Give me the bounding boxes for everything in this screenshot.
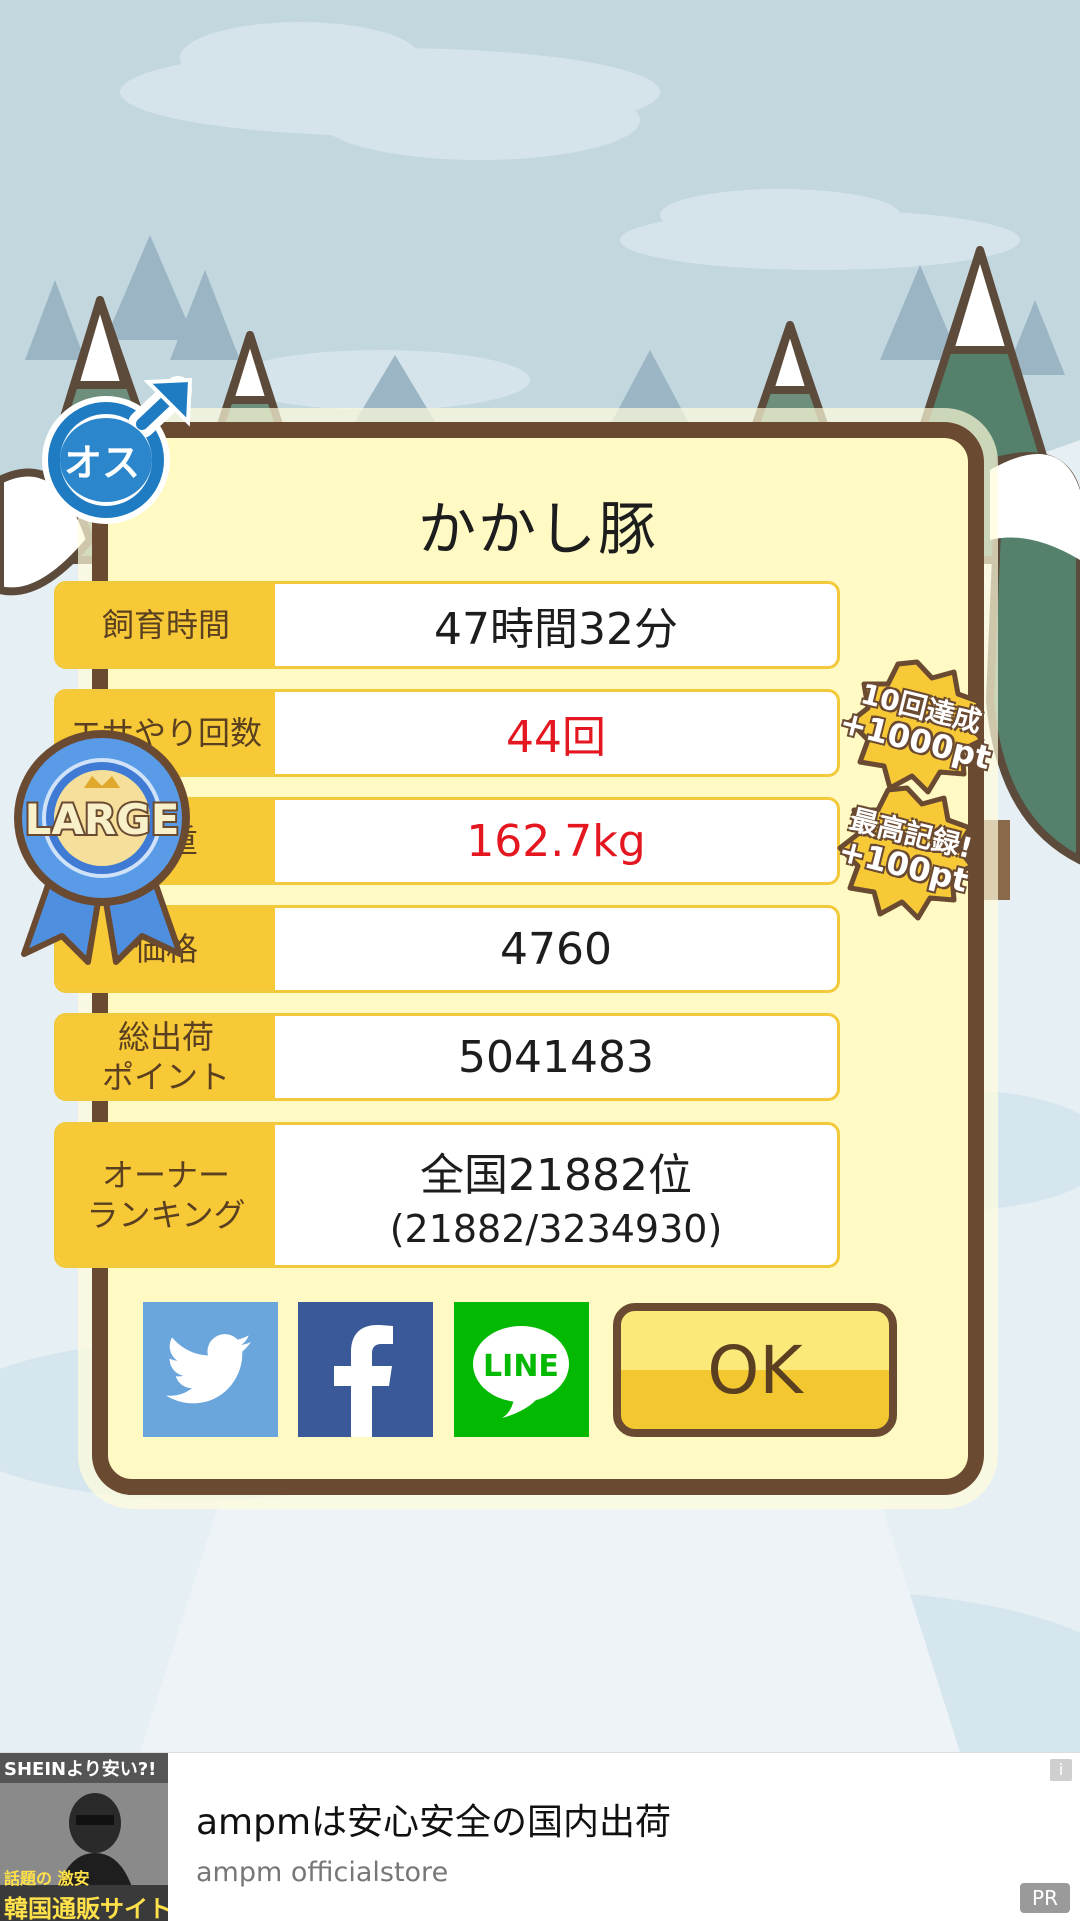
ad-info-icon[interactable]: i (1050, 1759, 1072, 1781)
twitter-bird-icon (166, 1334, 251, 1404)
stat-label-line: ポイント (101, 1058, 230, 1096)
line-bubble-icon: LINE (473, 1326, 569, 1418)
stat-value: 162.7kg (466, 815, 646, 867)
size-ribbon-badge: LARGE (14, 730, 190, 965)
stat-row-owner-ranking: オーナー ランキング 全国21882位 (21882/3234930) (54, 1122, 840, 1268)
stat-value: 全国21882位 (21882/3234930) (275, 1125, 837, 1265)
stat-label-line: 総出荷 (117, 1018, 214, 1056)
line-share-button[interactable]: LINE (454, 1302, 589, 1437)
stat-value: 5041483 (458, 1031, 654, 1083)
ad-thumb-bottom-text: 韓国通販サイト (4, 1895, 168, 1921)
record-bonus-badge: 最高記録! +100pt (832, 784, 982, 924)
stat-row-breeding-time: 飼育時間 47時間32分 (54, 581, 840, 669)
ad-thumb-mid-text: 話題の 激安 (4, 1869, 90, 1888)
facebook-f-icon (334, 1325, 393, 1437)
stat-label: 総出荷 ポイント (57, 1016, 275, 1098)
facebook-share-button[interactable] (298, 1302, 433, 1437)
size-label: LARGE (25, 795, 180, 844)
stat-value: 44回 (506, 712, 606, 763)
sex-label: オス (64, 441, 140, 485)
ok-button[interactable]: OK (613, 1303, 897, 1437)
ad-thumbnail[interactable]: SHEINより安い?! 話題の 激安 韓国通販サイト (0, 1753, 168, 1921)
stat-value: 47時間32分 (434, 604, 678, 655)
stat-value: 4760 (500, 923, 612, 975)
feed-bonus-badge: 10回達成 +1000pt (836, 658, 995, 798)
ranking-detail: (21882/3234930) (389, 1207, 723, 1251)
pig-name: かかし豚 (417, 495, 658, 563)
ad-sponsor[interactable]: ampm officialstore (196, 1857, 448, 1888)
stat-label-line: ランキング (86, 1196, 246, 1234)
male-sex-badge: オス (42, 376, 193, 524)
ad-title[interactable]: ampmは安心安全の国内出荷 (196, 1793, 671, 1845)
ad-thumb-top-text: SHEINより安い?! (4, 1759, 157, 1780)
ad-banner[interactable]: SHEINより安い?! 話題の 激安 韓国通販サイト ampmは安心安全の国内出… (0, 1752, 1080, 1921)
line-label: LINE (483, 1349, 559, 1384)
ad-pr-badge: PR (1020, 1883, 1070, 1913)
stat-row-total-points: 総出荷 ポイント 5041483 (54, 1013, 840, 1101)
stat-label: オーナー ランキング (57, 1125, 275, 1265)
stat-label-line: オーナー (101, 1156, 230, 1194)
twitter-share-button[interactable] (143, 1302, 278, 1437)
ranking-main: 全国21882位 (420, 1150, 692, 1201)
stat-label: 飼育時間 (57, 584, 275, 666)
ribbon-icon (14, 730, 190, 965)
